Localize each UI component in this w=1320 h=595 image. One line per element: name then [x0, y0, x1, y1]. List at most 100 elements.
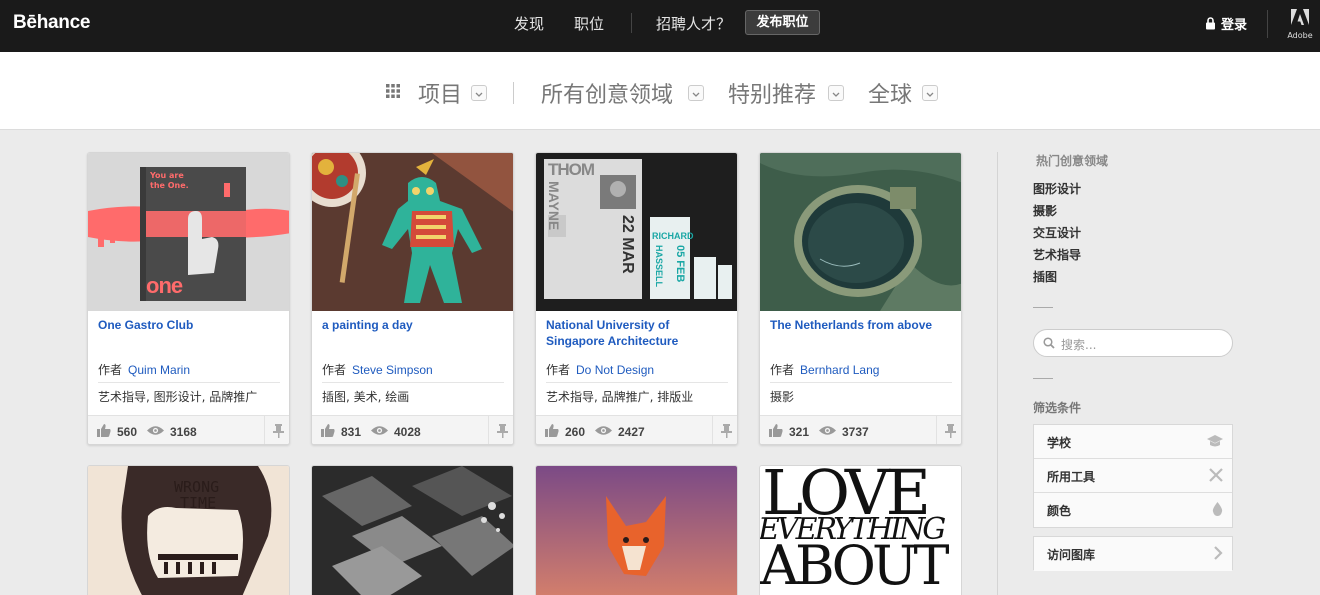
popular-field-photography[interactable]: 摄影 — [1033, 202, 1057, 219]
gallery-row[interactable]: 访问图库 — [1034, 537, 1232, 571]
post-job-button[interactable]: 发布职位 — [745, 10, 820, 35]
filter-creative-fields[interactable]: 所有创意领域 — [541, 77, 673, 109]
poster-text-hassell: HASSELL — [654, 245, 664, 288]
adobe-logo[interactable]: Adobe — [1284, 9, 1316, 40]
appreciation-count: 260 — [565, 425, 586, 439]
popular-field-illustration[interactable]: 插图 — [1033, 268, 1057, 285]
search-icon — [1043, 337, 1055, 349]
filter-list: 学校 所用工具 颜色 — [1033, 424, 1233, 528]
project-thumbnail[interactable]: LOVE EVERYTHING ABOUT — [760, 466, 961, 595]
project-card[interactable]: The Netherlands from above 作者 Bernhard La… — [759, 152, 962, 445]
divider — [546, 382, 728, 383]
poster-text-date: 22 MAR — [619, 215, 636, 274]
author-prefix: 作者 — [322, 363, 347, 377]
popular-field-graphic-design[interactable]: 图形设计 — [1033, 180, 1081, 197]
project-tags[interactable]: 插图, 美术, 绘画 — [322, 388, 409, 405]
project-card[interactable] — [535, 465, 738, 595]
search-placeholder: 搜索... — [1061, 338, 1097, 352]
filter-projects[interactable]: 项目 — [418, 77, 462, 109]
thumbs-up-icon[interactable] — [97, 424, 111, 437]
filter-featured[interactable]: 特别推荐 — [728, 77, 816, 109]
pin-icon — [273, 424, 284, 438]
project-title[interactable]: National University of Singapore Archite… — [546, 317, 726, 349]
project-thumbnail[interactable] — [312, 466, 514, 595]
author-link[interactable]: Bernhard Lang — [800, 363, 879, 377]
divider — [98, 382, 280, 383]
card-footer: 560 3168 — [88, 415, 289, 444]
author-link[interactable]: Steve Simpson — [352, 363, 433, 377]
pin-icon — [945, 424, 956, 438]
view-count: 3168 — [170, 425, 197, 439]
project-tags[interactable]: 艺术指导, 图形设计, 品牌推广 — [98, 388, 257, 405]
card-footer: 831 4028 — [312, 415, 513, 444]
project-thumbnail[interactable] — [760, 153, 961, 311]
author-link[interactable]: Quim Marin — [128, 363, 190, 377]
filter-color-label: 颜色 — [1047, 504, 1072, 518]
pin-icon — [497, 424, 508, 438]
project-thumbnail[interactable] — [536, 466, 738, 595]
project-card[interactable]: a painting a day 作者 Steve Simpson 插图, 美术,… — [311, 152, 514, 445]
project-title[interactable]: The Netherlands from above — [770, 317, 950, 333]
thumbs-up-icon[interactable] — [321, 424, 335, 437]
filter-tools-label: 所用工具 — [1047, 470, 1096, 484]
poster-text-feb: 05 FEB — [674, 245, 686, 283]
chevron-down-icon[interactable] — [471, 85, 487, 101]
graduation-cap-icon — [1207, 435, 1223, 447]
collect-button[interactable] — [488, 416, 513, 444]
project-tags[interactable]: 摄影 — [770, 388, 794, 405]
collect-button[interactable] — [264, 416, 289, 444]
project-card[interactable]: LOVE EVERYTHING ABOUT — [759, 465, 962, 595]
author-link[interactable]: Do Not Design — [576, 363, 654, 377]
lock-icon — [1206, 17, 1215, 30]
view-count: 4028 — [394, 425, 421, 439]
project-title[interactable]: a painting a day — [322, 317, 502, 333]
adobe-divider — [1267, 10, 1268, 38]
chevron-down-icon[interactable] — [922, 85, 938, 101]
filter-divider — [513, 82, 514, 104]
author-prefix: 作者 — [770, 363, 795, 377]
project-thumbnail[interactable]: THOM MAYNE 22 MAR RICHARD HASSELL 05 FEB — [536, 153, 737, 311]
login-link[interactable]: 登录 — [1205, 14, 1247, 33]
adobe-icon — [1291, 9, 1309, 25]
search-input[interactable]: 搜索... — [1033, 329, 1233, 357]
nav-jobs[interactable]: 职位 — [574, 13, 604, 34]
divider — [322, 382, 504, 383]
poster-text-thom: THOM — [548, 160, 595, 179]
project-card[interactable] — [311, 465, 514, 595]
filter-school[interactable]: 学校 — [1034, 425, 1232, 459]
collect-button[interactable] — [936, 416, 961, 444]
thumbs-up-icon[interactable] — [545, 424, 559, 437]
divider — [770, 382, 952, 383]
author-prefix: 作者 — [546, 363, 571, 377]
project-title[interactable]: One Gastro Club — [98, 317, 278, 333]
nav-hire-talent[interactable]: 招聘人才？ — [656, 13, 731, 34]
project-card[interactable]: WRONG TIME — [87, 465, 290, 595]
chevron-down-icon[interactable] — [688, 85, 704, 101]
nav-divider — [631, 13, 632, 33]
nav-discover[interactable]: 发现 — [514, 13, 544, 34]
sidebar-divider — [997, 152, 998, 595]
dash-divider — [1033, 307, 1053, 308]
thumbs-up-icon[interactable] — [769, 424, 783, 437]
popular-field-art-direction[interactable]: 艺术指导 — [1033, 246, 1081, 263]
project-card[interactable]: You are the One. one One Gastro Club 作者 Q… — [87, 152, 290, 445]
gallery-link[interactable]: 访问图库 — [1033, 536, 1233, 571]
card-footer: 321 3737 — [760, 415, 961, 444]
collect-button[interactable] — [712, 416, 737, 444]
author-prefix: 作者 — [98, 363, 123, 377]
project-card[interactable]: THOM MAYNE 22 MAR RICHARD HASSELL 05 FEB… — [535, 152, 738, 445]
grid-icon[interactable] — [386, 84, 400, 98]
popular-field-interaction-design[interactable]: 交互设计 — [1033, 224, 1081, 241]
gallery-label: 访问图库 — [1047, 548, 1096, 562]
cover-logo: one — [146, 273, 183, 298]
login-label: 登录 — [1221, 18, 1248, 33]
filter-color[interactable]: 颜色 — [1034, 493, 1232, 527]
behance-logo[interactable]: Bēhance — [13, 12, 90, 34]
chevron-down-icon[interactable] — [828, 85, 844, 101]
project-tags[interactable]: 艺术指导, 品牌推广, 排版业 — [546, 388, 693, 405]
filter-tools[interactable]: 所用工具 — [1034, 459, 1232, 493]
project-thumbnail[interactable]: You are the One. one — [88, 153, 289, 311]
project-thumbnail[interactable] — [312, 153, 513, 311]
filter-global[interactable]: 全球 — [868, 77, 912, 109]
view-count: 2427 — [618, 425, 645, 439]
